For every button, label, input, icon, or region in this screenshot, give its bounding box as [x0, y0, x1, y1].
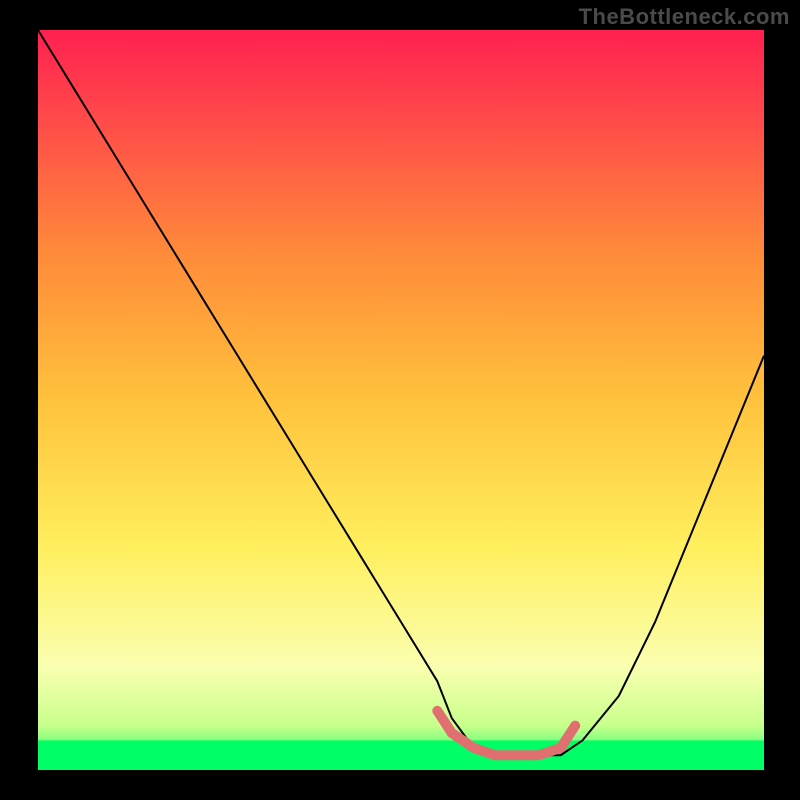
- chart-frame: TheBottleneck.com: [0, 0, 800, 800]
- gradient-background: [38, 30, 764, 770]
- optimal-green-band: [38, 740, 764, 770]
- watermark-text: TheBottleneck.com: [579, 4, 790, 30]
- bottleneck-chart: [38, 30, 764, 770]
